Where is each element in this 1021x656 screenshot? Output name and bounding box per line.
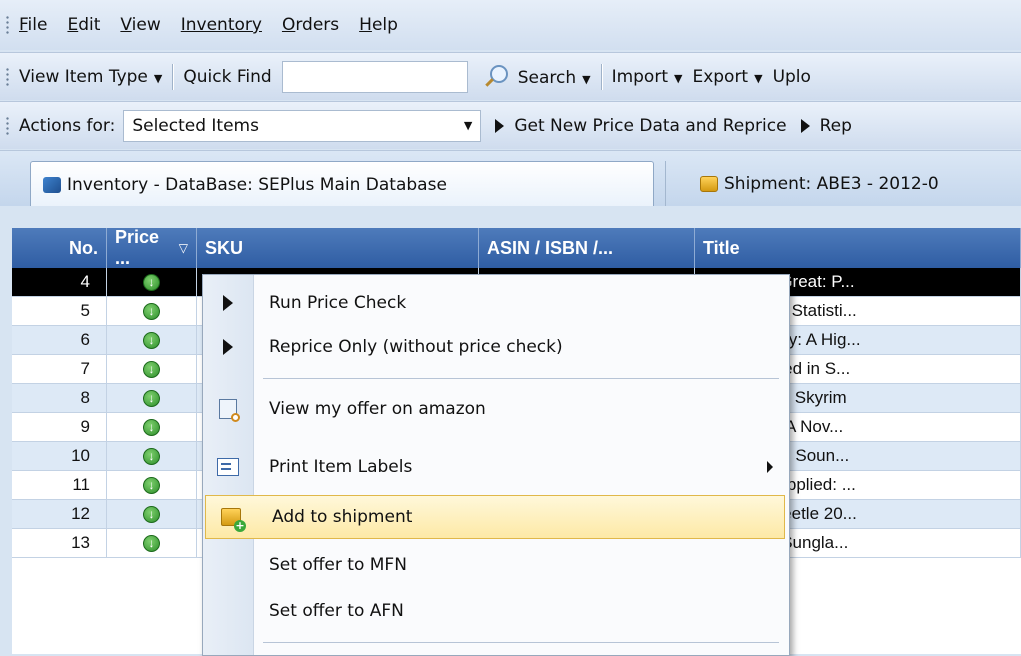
grid-header: No. Price ... ▽ SKU ASIN / ISBN /... Tit…	[12, 228, 1021, 268]
menu-item-run-price-check[interactable]: Run Price Check	[203, 281, 789, 325]
menu-edit[interactable]: Edit	[67, 15, 100, 35]
menu-file[interactable]: File	[19, 15, 47, 35]
menu-help[interactable]: Help	[359, 15, 398, 35]
caret-down-icon: ▼	[754, 71, 763, 85]
cell-price: ↓	[107, 355, 197, 384]
menu-item-view-offer[interactable]: View my offer on amazon	[203, 387, 789, 431]
price-down-icon: ↓	[143, 331, 160, 349]
cell-price: ↓	[107, 413, 197, 442]
add-shipment-icon	[221, 508, 246, 532]
column-header-price[interactable]: Price ... ▽	[107, 228, 197, 268]
grip-handle[interactable]	[6, 66, 9, 87]
filter-icon[interactable]: ▽	[179, 241, 188, 255]
price-down-icon: ↓	[143, 476, 160, 494]
search-icon	[489, 65, 508, 83]
price-down-icon: ↓	[143, 534, 160, 552]
cell-price: ↓	[107, 529, 197, 558]
shipment-box-icon	[700, 176, 718, 192]
menu-item-reprice-only[interactable]: Reprice Only (without price check)	[203, 325, 789, 369]
cell-price: ↓	[107, 500, 197, 529]
tab-inventory[interactable]: Inventory - DataBase: SEPlus Main Databa…	[30, 161, 654, 206]
print-labels-icon	[217, 458, 239, 476]
price-down-icon: ↓	[143, 505, 160, 523]
cell-price: ↓	[107, 471, 197, 500]
grip-handle[interactable]	[6, 115, 9, 136]
cell-no: 10	[12, 442, 107, 471]
tab-shipment[interactable]: Shipment: ABE3 - 2012-0	[665, 161, 1021, 206]
menu-view[interactable]: View	[120, 15, 160, 35]
cell-no: 8	[12, 384, 107, 413]
cell-no: 7	[12, 355, 107, 384]
separator	[172, 63, 174, 90]
cell-price: ↓	[107, 442, 197, 471]
upload-button[interactable]: Uplo	[773, 67, 811, 87]
quick-find-input[interactable]	[281, 60, 468, 93]
menu-separator	[263, 642, 779, 643]
price-down-icon: ↓	[143, 360, 160, 378]
database-icon	[43, 176, 61, 193]
cell-no: 4	[12, 268, 107, 297]
context-menu: Run Price Check Reprice Only (without pr…	[202, 274, 790, 656]
actions-for-select[interactable]: Selected Items ▼	[123, 109, 482, 142]
caret-down-icon: ▼	[463, 119, 473, 132]
document-tabs: Inventory - DataBase: SEPlus Main Databa…	[0, 150, 1021, 206]
actions-toolbar: Actions for: Selected Items ▼ Get New Pr…	[0, 101, 1021, 149]
cell-price: ↓	[107, 297, 197, 326]
actions-for-label: Actions for:	[19, 115, 116, 136]
caret-down-icon: ▼	[153, 71, 163, 85]
import-button[interactable]: Import ▼	[612, 67, 683, 87]
get-new-price-button[interactable]: Get New Price Data and Reprice	[514, 116, 786, 136]
grip-handle[interactable]	[6, 15, 9, 35]
menu-item-add-to-shipment[interactable]: Add to shipment	[205, 495, 785, 539]
caret-down-icon: ▼	[582, 73, 591, 86]
separator	[600, 63, 602, 90]
caret-down-icon: ▼	[673, 71, 683, 85]
quick-find-label: Quick Find	[183, 66, 272, 87]
menu-bar: File Edit View Inventory Orders Help	[0, 0, 1021, 50]
menu-orders[interactable]: Orders	[282, 15, 339, 35]
menu-separator	[263, 378, 779, 379]
cell-price: ↓	[107, 384, 197, 413]
price-down-icon: ↓	[143, 447, 160, 465]
column-header-no[interactable]: No.	[12, 228, 107, 268]
cell-no: 5	[12, 297, 107, 326]
play-icon	[495, 118, 505, 133]
menu-inventory[interactable]: Inventory	[181, 15, 262, 35]
export-button[interactable]: Export ▼	[692, 67, 762, 87]
view-item-type-button[interactable]: View Item Type ▼	[19, 67, 162, 87]
play-icon	[800, 118, 810, 133]
cell-no: 11	[12, 471, 107, 500]
price-down-icon: ↓	[143, 302, 160, 320]
search-button[interactable]: Search ▼	[489, 65, 591, 88]
cell-price: ↓	[107, 326, 197, 355]
price-down-icon: ↓	[143, 389, 160, 407]
cell-no: 9	[12, 413, 107, 442]
cell-price: ↓	[107, 268, 197, 297]
price-down-icon: ↓	[143, 273, 160, 291]
play-icon	[223, 339, 233, 355]
menu-item-set-afn[interactable]: Set offer to AFN	[203, 589, 789, 633]
view-offer-icon	[219, 399, 240, 422]
cell-no: 13	[12, 529, 107, 558]
submenu-arrow-icon	[767, 461, 773, 473]
column-header-asin[interactable]: ASIN / ISBN /...	[479, 228, 695, 268]
cell-no: 12	[12, 500, 107, 529]
play-icon	[223, 295, 233, 311]
menu-item-print-labels[interactable]: Print Item Labels	[203, 445, 789, 489]
main-toolbar: View Item Type ▼ Quick Find Search ▼ Impor…	[0, 52, 1021, 100]
column-header-title[interactable]: Title	[695, 228, 1021, 268]
price-down-icon: ↓	[143, 418, 160, 436]
menu-item-set-mfn[interactable]: Set offer to MFN	[203, 543, 789, 587]
reprice-button[interactable]: Rep	[820, 116, 852, 136]
column-header-sku[interactable]: SKU	[197, 228, 479, 268]
cell-no: 6	[12, 326, 107, 355]
